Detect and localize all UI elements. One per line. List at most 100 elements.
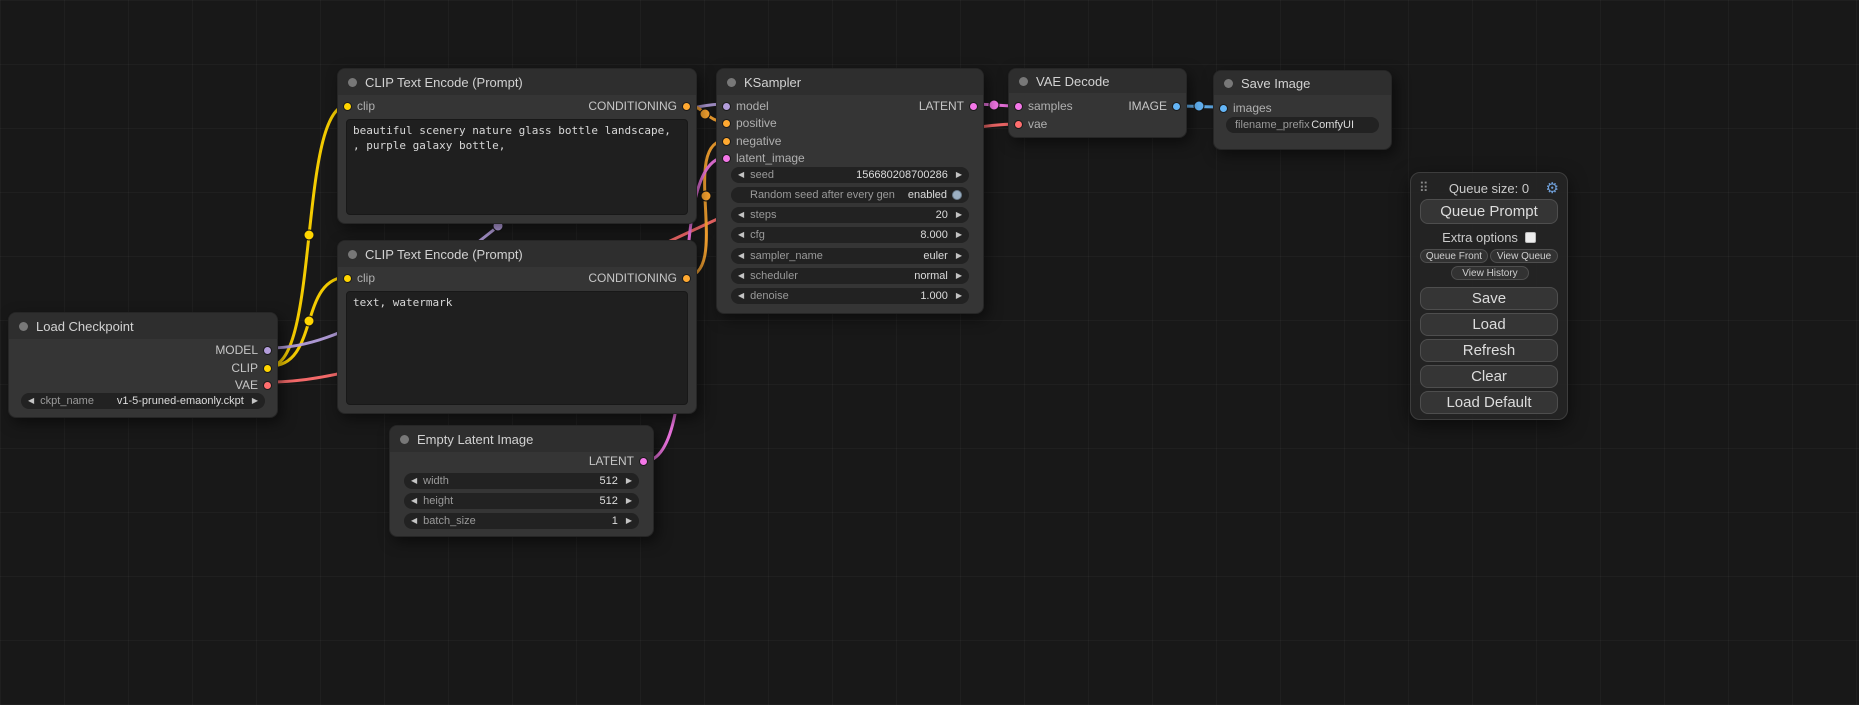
output-slot-conditioning[interactable] <box>682 102 691 111</box>
prompt-textarea[interactable]: text, watermark <box>346 291 688 405</box>
increment-arrow-icon[interactable]: ▶ <box>956 211 962 219</box>
settings-gear-icon[interactable]: ⚙ <box>1546 179 1559 197</box>
collapse-dot-icon[interactable] <box>400 435 409 444</box>
save-button[interactable]: Save <box>1420 287 1558 310</box>
decrement-arrow-icon[interactable]: ◀ <box>738 292 744 300</box>
decrement-arrow-icon[interactable]: ◀ <box>411 517 417 525</box>
node-clip-text-encode-positive[interactable]: CLIP Text Encode (Prompt) clip CONDITION… <box>337 68 697 224</box>
input-slot-latent-image[interactable] <box>722 154 731 163</box>
widget-label: scheduler <box>750 270 798 282</box>
node-title-label: Empty Latent Image <box>417 432 533 447</box>
widget-batch-size[interactable]: ◀ batch_size 1 ▶ <box>404 513 639 529</box>
input-slot-negative[interactable] <box>722 137 731 146</box>
output-label-vae: VAE <box>235 378 258 392</box>
increment-arrow-icon[interactable]: ▶ <box>626 497 632 505</box>
widget-value: 20 <box>936 209 948 221</box>
node-title-bar[interactable]: VAE Decode <box>1009 69 1186 93</box>
node-title-bar[interactable]: CLIP Text Encode (Prompt) <box>338 69 696 95</box>
collapse-dot-icon[interactable] <box>19 322 28 331</box>
collapse-dot-icon[interactable] <box>348 250 357 259</box>
increment-arrow-icon[interactable]: ▶ <box>626 517 632 525</box>
slot-row-positive: positive <box>717 114 983 132</box>
comfyui-canvas[interactable]: { "colors": { "model": "#B39DDB", "clip"… <box>0 0 1859 705</box>
slot-row: clip CONDITIONING <box>338 97 696 115</box>
widget-random-seed-toggle[interactable]: Random seed after every gen enabled <box>731 187 969 203</box>
increment-arrow-icon[interactable]: ▶ <box>956 171 962 179</box>
collapse-dot-icon[interactable] <box>727 78 736 87</box>
collapse-dot-icon[interactable] <box>348 78 357 87</box>
node-title-label: KSampler <box>744 75 801 90</box>
widget-cfg[interactable]: ◀ cfg 8.000 ▶ <box>731 227 969 243</box>
node-empty-latent-image[interactable]: Empty Latent Image LATENT ◀ width 512 ▶ … <box>389 425 654 537</box>
node-title-bar[interactable]: CLIP Text Encode (Prompt) <box>338 241 696 267</box>
input-slot-positive[interactable] <box>722 119 731 128</box>
output-slot-latent[interactable] <box>969 102 978 111</box>
decrement-arrow-icon[interactable]: ◀ <box>411 477 417 485</box>
increment-arrow-icon[interactable]: ▶ <box>956 272 962 280</box>
widget-seed[interactable]: ◀ seed 156680208700286 ▶ <box>731 167 969 183</box>
output-slot-image[interactable] <box>1172 102 1181 111</box>
decrement-arrow-icon[interactable]: ◀ <box>738 211 744 219</box>
widget-scheduler[interactable]: ◀ scheduler normal ▶ <box>731 268 969 284</box>
widget-value: 156680208700286 <box>856 169 948 181</box>
widget-steps[interactable]: ◀ steps 20 ▶ <box>731 207 969 223</box>
output-slot-vae[interactable] <box>263 381 272 390</box>
node-save-image[interactable]: Save Image images filename_prefix ComfyU… <box>1213 70 1392 150</box>
output-label-latent: LATENT <box>919 99 964 113</box>
refresh-button[interactable]: Refresh <box>1420 339 1558 362</box>
clear-button[interactable]: Clear <box>1420 365 1558 388</box>
queue-front-button[interactable]: Queue Front <box>1420 249 1488 263</box>
queue-prompt-button[interactable]: Queue Prompt <box>1420 199 1558 224</box>
decrement-arrow-icon[interactable]: ◀ <box>738 272 744 280</box>
extra-options-checkbox[interactable] <box>1525 232 1536 243</box>
collapse-dot-icon[interactable] <box>1019 77 1028 86</box>
output-label-conditioning: CONDITIONING <box>588 271 677 285</box>
node-clip-text-encode-negative[interactable]: CLIP Text Encode (Prompt) clip CONDITION… <box>337 240 697 414</box>
input-slot-clip[interactable] <box>343 102 352 111</box>
decrement-arrow-icon[interactable]: ◀ <box>411 497 417 505</box>
toggle-indicator[interactable] <box>952 190 962 200</box>
widget-sampler-name[interactable]: ◀ sampler_name euler ▶ <box>731 248 969 264</box>
input-slot-images[interactable] <box>1219 104 1228 113</box>
node-load-checkpoint[interactable]: Load Checkpoint MODEL CLIP VAE ◀ ckpt_na… <box>8 312 278 418</box>
decrement-arrow-icon[interactable]: ◀ <box>738 171 744 179</box>
output-slot-clip[interactable] <box>263 364 272 373</box>
increment-arrow-icon[interactable]: ▶ <box>252 397 258 405</box>
output-slot-conditioning[interactable] <box>682 274 691 283</box>
increment-arrow-icon[interactable]: ▶ <box>956 231 962 239</box>
load-default-button[interactable]: Load Default <box>1420 391 1558 414</box>
collapse-dot-icon[interactable] <box>1224 79 1233 88</box>
widget-value: enabled <box>908 189 947 201</box>
prompt-textarea[interactable]: beautiful scenery nature glass bottle la… <box>346 119 688 215</box>
input-label-clip: clip <box>357 99 375 113</box>
widget-ckpt-name[interactable]: ◀ ckpt_name v1-5-pruned-emaonly.ckpt ▶ <box>21 393 265 409</box>
decrement-arrow-icon[interactable]: ◀ <box>738 231 744 239</box>
increment-arrow-icon[interactable]: ▶ <box>626 477 632 485</box>
node-title-bar[interactable]: KSampler <box>717 69 983 95</box>
load-button[interactable]: Load <box>1420 313 1558 336</box>
view-queue-button[interactable]: View Queue <box>1490 249 1558 263</box>
decrement-arrow-icon[interactable]: ◀ <box>738 252 744 260</box>
view-history-button[interactable]: View History <box>1451 266 1529 280</box>
widget-denoise[interactable]: ◀ denoise 1.000 ▶ <box>731 288 969 304</box>
widget-width[interactable]: ◀ width 512 ▶ <box>404 473 639 489</box>
input-slot-clip[interactable] <box>343 274 352 283</box>
node-title-bar[interactable]: Save Image <box>1214 71 1391 95</box>
node-title-bar[interactable]: Empty Latent Image <box>390 426 653 452</box>
widget-filename-prefix[interactable]: filename_prefix ComfyUI <box>1226 117 1379 133</box>
node-ksampler[interactable]: KSampler model LATENT positive negative … <box>716 68 984 314</box>
widget-height[interactable]: ◀ height 512 ▶ <box>404 493 639 509</box>
increment-arrow-icon[interactable]: ▶ <box>956 252 962 260</box>
drag-handle-icon[interactable]: ⠿ <box>1419 180 1429 196</box>
node-title-bar[interactable]: Load Checkpoint <box>9 313 277 339</box>
widget-value: normal <box>914 270 948 282</box>
increment-arrow-icon[interactable]: ▶ <box>956 292 962 300</box>
node-vae-decode[interactable]: VAE Decode samples IMAGE vae <box>1008 68 1187 138</box>
output-slot-latent[interactable] <box>639 457 648 466</box>
decrement-arrow-icon[interactable]: ◀ <box>28 397 34 405</box>
output-slot-model[interactable] <box>263 346 272 355</box>
input-slot-vae[interactable] <box>1014 120 1023 129</box>
input-slot-samples[interactable] <box>1014 102 1023 111</box>
input-slot-model[interactable] <box>722 102 731 111</box>
node-title-label: CLIP Text Encode (Prompt) <box>365 75 523 90</box>
